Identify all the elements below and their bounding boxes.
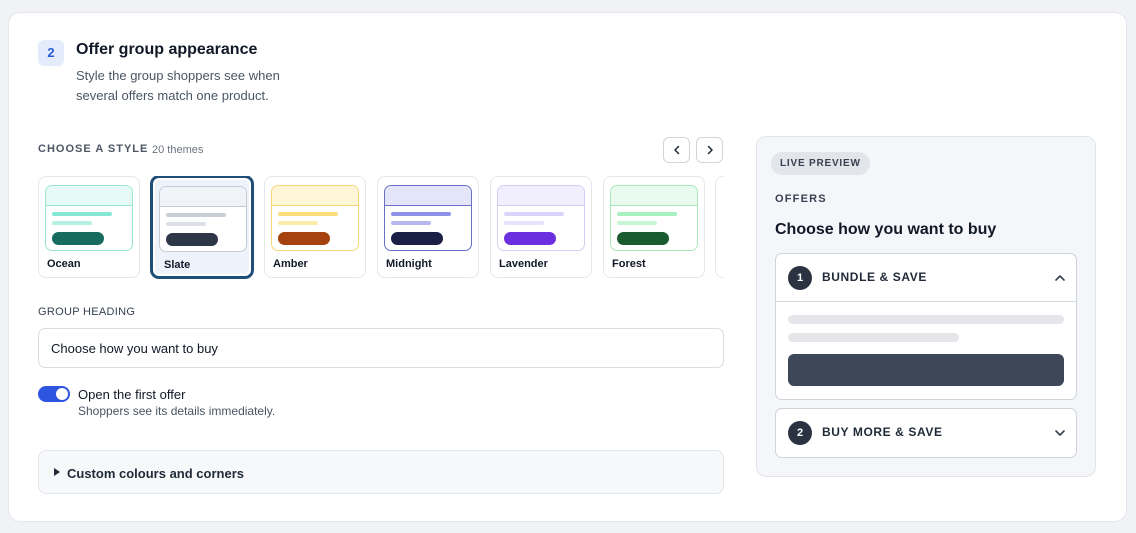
offers-label: OFFERS [775, 193, 827, 205]
theme-preview-thumbnail [384, 185, 472, 251]
theme-swatch-amber[interactable]: Amber [264, 176, 366, 278]
thumbnail-line [391, 212, 451, 216]
previous-themes-button[interactable] [663, 137, 690, 163]
offer-title: BUY MORE & SAVE [822, 425, 943, 439]
thumbnail-line [617, 212, 677, 216]
offer-accordion-item: 1 BUNDLE & SAVE [775, 253, 1077, 400]
offer-accordion-header[interactable]: 2 BUY MORE & SAVE [776, 409, 1076, 457]
theme-count: 20 themes [152, 144, 204, 156]
thumbnail-line [278, 212, 338, 216]
theme-swatch-ocean[interactable]: Ocean [38, 176, 140, 278]
theme-preview-thumbnail [497, 185, 585, 251]
skeleton-button [788, 354, 1064, 386]
chevron-right-icon [707, 145, 713, 155]
thumbnail-line [504, 212, 564, 216]
chevron-up-icon [1055, 275, 1065, 281]
theme-name: Ocean [47, 258, 81, 270]
thumbnail-line [52, 212, 112, 216]
theme-name: Amber [273, 258, 308, 270]
thumbnail-button [166, 233, 218, 246]
thumbnail-button [278, 232, 330, 245]
thumbnail-header [611, 186, 697, 206]
thumbnail-button [52, 232, 104, 245]
open-first-offer-help: Shoppers see its details immediately. [78, 404, 276, 418]
section-description: Style the group shoppers see when severa… [76, 68, 280, 103]
open-first-offer-label: Open the first offer [78, 387, 186, 402]
group-heading-label: GROUP HEADING [38, 306, 136, 318]
theme-swatch-list: Ocean Slate Amber Midnight Lavender Forest [38, 176, 724, 280]
skeleton-line-short [788, 333, 959, 342]
theme-preview-thumbnail [610, 185, 698, 251]
offer-accordion-item: 2 BUY MORE & SAVE [775, 408, 1077, 458]
thumbnail-line-short [504, 221, 544, 225]
thumbnail-line-short [617, 221, 657, 225]
disclosure-triangle-icon [54, 468, 60, 476]
skeleton-line [788, 315, 1064, 324]
thumbnail-line-short [278, 221, 318, 225]
live-preview-panel: LIVE PREVIEW OFFERS Choose how you want … [756, 136, 1096, 477]
theme-swatch-midnight[interactable]: Midnight [377, 176, 479, 278]
theme-swatch-forest[interactable]: Forest [603, 176, 705, 278]
theme-swatch-lavender[interactable]: Lavender [490, 176, 592, 278]
choose-style-label: CHOOSE A STYLE [38, 143, 149, 155]
thumbnail-line [166, 213, 226, 217]
chevron-down-icon [1055, 430, 1065, 436]
chevron-left-icon [673, 145, 679, 155]
theme-name: Forest [612, 258, 646, 270]
theme-name: Midnight [386, 258, 432, 270]
theme-preview-thumbnail [45, 185, 133, 251]
offer-number: 1 [788, 266, 812, 290]
theme-preview-thumbnail [159, 186, 247, 252]
open-first-offer-toggle[interactable] [38, 386, 70, 402]
theme-name: Slate [164, 259, 191, 271]
offer-accordion-header[interactable]: 1 BUNDLE & SAVE [776, 254, 1076, 302]
thumbnail-header [385, 186, 471, 206]
thumbnail-button [391, 232, 443, 245]
thumbnail-header [160, 187, 246, 207]
thumbnail-line-short [391, 221, 431, 225]
next-themes-button[interactable] [696, 137, 723, 163]
thumbnail-header [498, 186, 584, 206]
custom-colours-disclosure[interactable]: Custom colours and corners [38, 450, 724, 494]
preview-heading: Choose how you want to buy [775, 221, 997, 238]
theme-name: Lavender [499, 258, 548, 270]
theme-swatch-partial[interactable] [715, 176, 724, 278]
thumbnail-line-short [166, 222, 206, 226]
section-title: Offer group appearance [76, 41, 258, 58]
theme-swatch-slate[interactable]: Slate [151, 176, 253, 278]
group-heading-input[interactable] [38, 328, 724, 368]
thumbnail-button [504, 232, 556, 245]
step-number-badge: 2 [38, 40, 64, 66]
theme-preview-thumbnail [271, 185, 359, 251]
thumbnail-button [617, 232, 669, 245]
thumbnail-header [272, 186, 358, 206]
toggle-knob [56, 388, 68, 400]
live-preview-badge: LIVE PREVIEW [771, 152, 870, 175]
thumbnail-header [46, 186, 132, 206]
offer-title: BUNDLE & SAVE [822, 270, 927, 284]
thumbnail-line-short [52, 221, 92, 225]
offer-number: 2 [788, 421, 812, 445]
custom-colours-label: Custom colours and corners [67, 466, 244, 481]
